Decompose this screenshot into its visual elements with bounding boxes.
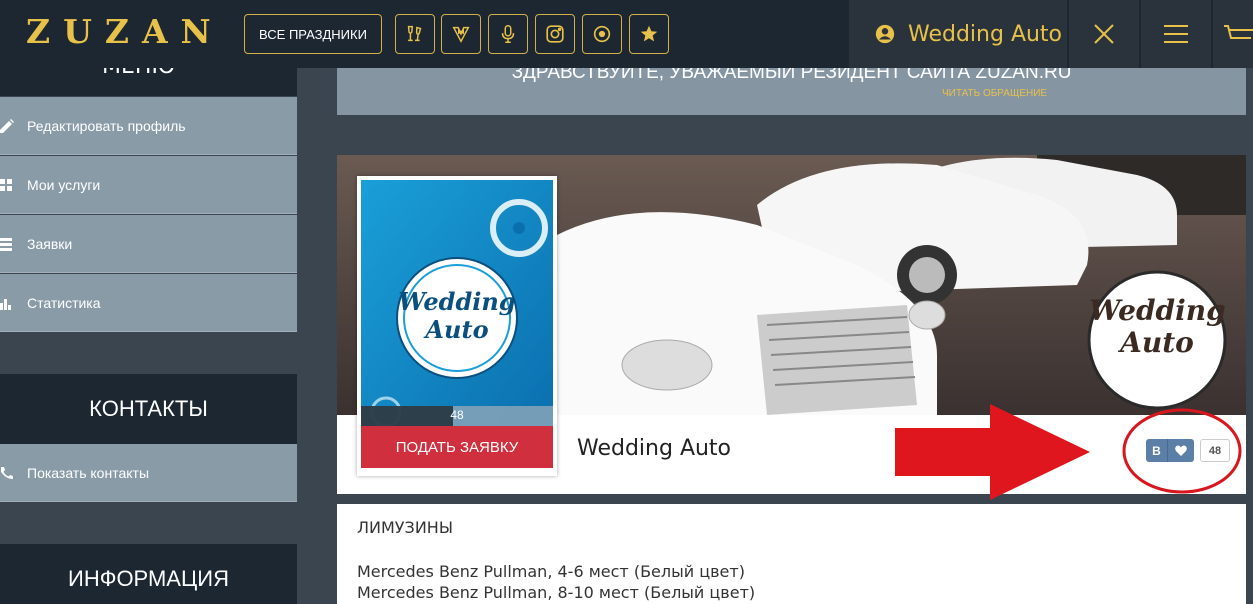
description-line: Mercedes Benz Pullman, 4-6 мест (Белый ц… [357, 562, 745, 581]
red-circle-annotation [1122, 408, 1242, 494]
services-description: ЛИМУЗИНЫ Mercedes Benz Pullman, 4-6 мест… [337, 504, 1246, 604]
description-line: Mercedes Benz Pullman, 8-10 мест (Белый … [357, 583, 756, 602]
red-arrow-annotation [895, 404, 1090, 500]
description-heading: ЛИМУЗИНЫ [357, 518, 453, 537]
